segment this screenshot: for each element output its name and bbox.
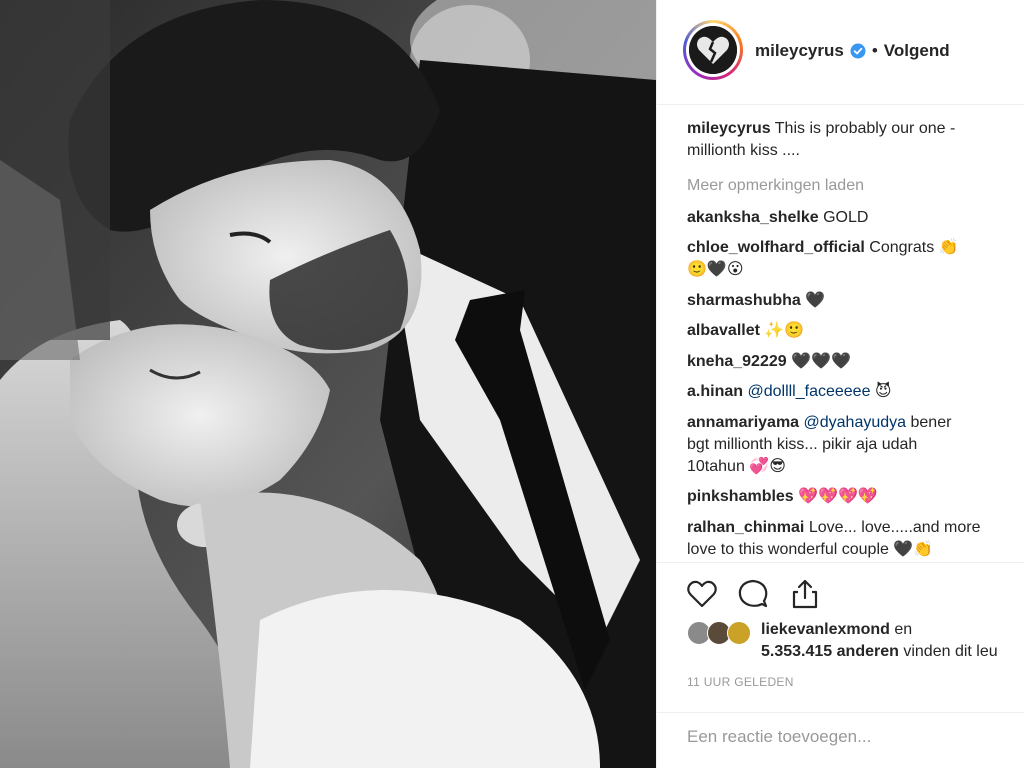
- comment-text: 💖💖💖💖: [798, 488, 878, 505]
- comment-username[interactable]: ralhan_chinmai: [687, 519, 804, 536]
- comment-item: sharmashubha 🖤: [687, 290, 1019, 312]
- comment-item: a.hinan @dollll_faceeeee 😈: [687, 381, 1019, 403]
- comment-username[interactable]: kneha_92229: [687, 353, 787, 370]
- caption-username[interactable]: mileycyrus: [687, 120, 771, 137]
- comment-text: 🖤: [805, 292, 826, 309]
- caption-text: This is probably our one -: [774, 120, 956, 137]
- comment-mention-link[interactable]: @dollll_faceeeee: [747, 383, 870, 400]
- heart-icon[interactable]: [685, 577, 719, 611]
- comment-text-line2: love to this wonderful couple 🖤👏: [687, 541, 934, 558]
- comment-text: 😈: [874, 383, 892, 400]
- caption-text-line2: millionth kiss ....: [687, 142, 800, 159]
- comment-username[interactable]: albavallet: [687, 322, 760, 339]
- post-sidebar: mileycyrus • Volgend mileycyrus This is …: [656, 0, 1024, 768]
- comment-text-line2: bgt millionth kiss... pikir aja udah: [687, 436, 918, 453]
- following-button[interactable]: Volgend: [884, 41, 950, 61]
- comment-text: Love... love.....and more: [808, 519, 981, 536]
- comment-username[interactable]: annamariyama: [687, 414, 799, 431]
- avatar[interactable]: [683, 20, 743, 80]
- likes-connector: en: [894, 621, 913, 638]
- comment-item: kneha_92229 🖤🖤🖤: [687, 351, 1019, 373]
- post-photo-illustration: [0, 0, 656, 768]
- header-separator: •: [871, 41, 878, 60]
- comment-item: albavallet ✨🙂: [687, 320, 1019, 342]
- post-author-username[interactable]: mileycyrus: [755, 41, 844, 61]
- likes-count[interactable]: 5.353.415: [761, 643, 832, 660]
- post-photo[interactable]: [0, 0, 656, 768]
- comment-username[interactable]: a.hinan: [687, 383, 743, 400]
- post-header: mileycyrus • Volgend: [657, 0, 1024, 105]
- add-comment-field[interactable]: Een reactie toevoegen...: [657, 712, 1024, 768]
- comment-text: Congrats 👏: [869, 239, 959, 256]
- comment-text: 🖤🖤🖤: [791, 353, 851, 370]
- caption: mileycyrus This is probably our one - mi…: [687, 118, 1019, 162]
- liker-avatars[interactable]: [687, 621, 755, 647]
- comment-username[interactable]: sharmashubha: [687, 292, 801, 309]
- post-timestamp[interactable]: 11 UUR GELEDEN: [687, 675, 794, 689]
- comment-text: bener: [910, 414, 952, 431]
- likes-suffix: vinden dit leu: [903, 643, 998, 660]
- comment-text: ✨🙂: [764, 322, 805, 339]
- comment-text-line3: 10tahun 💞😎: [687, 458, 786, 475]
- comment-item: chloe_wolfhard_official Congrats 👏 🙂🖤😮: [687, 237, 1019, 281]
- comment-mention-link[interactable]: @dyahayudya: [804, 414, 907, 431]
- likes-summary: liekevanlexmond en 5.353.415 anderen vin…: [761, 619, 998, 663]
- load-more-comments-link[interactable]: Meer opmerkingen laden: [687, 175, 1019, 197]
- comment-username[interactable]: pinkshambles: [687, 488, 794, 505]
- comment-username[interactable]: akanksha_shelke: [687, 209, 819, 226]
- comment-item: annamariyama @dyahayudya bener bgt milli…: [687, 412, 1019, 478]
- post-actions: liekevanlexmond en 5.353.415 anderen vin…: [657, 562, 1024, 712]
- comment-item: akanksha_shelke GOLD: [687, 207, 1019, 229]
- comment-text-line2: 🙂🖤😮: [687, 261, 744, 278]
- comment-username[interactable]: chloe_wolfhard_official: [687, 239, 865, 256]
- comment-input-placeholder[interactable]: Een reactie toevoegen...: [687, 727, 871, 747]
- comment-icon[interactable]: [736, 577, 770, 611]
- comment-text: GOLD: [823, 209, 869, 226]
- verified-badge-icon: [850, 43, 866, 59]
- first-liker-username[interactable]: liekevanlexmond: [761, 621, 890, 638]
- share-icon[interactable]: [788, 577, 822, 611]
- likes-others-label[interactable]: anderen: [837, 643, 899, 660]
- comment-item: ralhan_chinmai Love... love.....and more…: [687, 517, 1019, 561]
- broken-heart-icon: [689, 26, 737, 74]
- comment-item: pinkshambles 💖💖💖💖: [687, 486, 1019, 508]
- liker-avatar: [727, 621, 751, 645]
